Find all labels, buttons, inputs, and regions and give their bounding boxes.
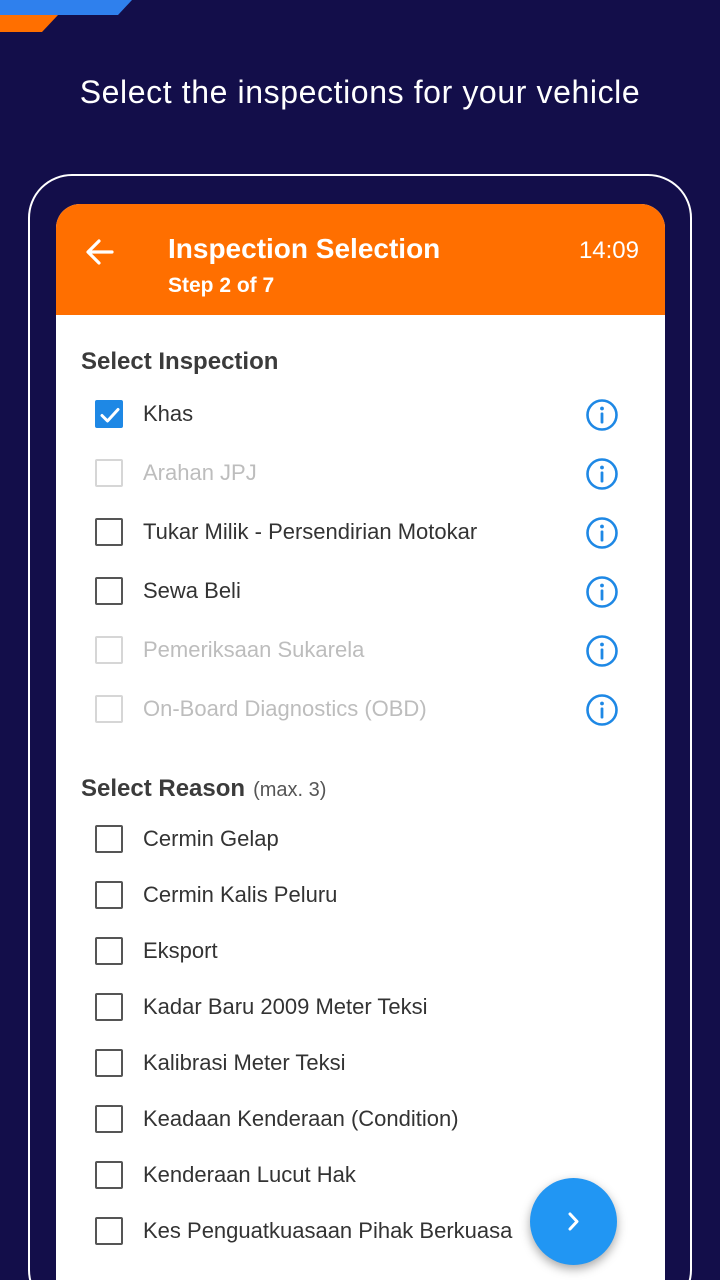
checkbox[interactable] (95, 518, 123, 546)
checkbox[interactable] (95, 937, 123, 965)
reason-option-label: Keadaan Kenderaan (Condition) (143, 1106, 459, 1131)
reason-option-label: Cermin Kalis Peluru (143, 882, 338, 907)
page-title: Inspection Selection (168, 233, 441, 264)
reason-option-row[interactable]: Keadaan Kenderaan (Condition) (56, 1094, 665, 1144)
info-icon[interactable] (585, 634, 619, 668)
checkbox[interactable] (95, 825, 123, 853)
section-title-inspection: Select Inspection (81, 348, 279, 375)
inspection-option-label: Khas (143, 401, 194, 426)
reason-option-label: Kenderaan Lucut Hak (143, 1162, 356, 1187)
inspection-option-label: On-Board Diagnostics (OBD) (143, 696, 427, 721)
inspection-option-row[interactable]: Tukar Milik - Persendirian Motokar (56, 507, 665, 557)
reason-option-label: Kadar Baru 2009 Meter Teksi (143, 994, 428, 1019)
inspection-option-label: Arahan JPJ (143, 460, 257, 485)
corner-decoration (0, 0, 132, 32)
checkbox[interactable] (95, 1161, 123, 1189)
checkbox[interactable] (95, 577, 123, 605)
checkbox (95, 695, 123, 723)
app-bar: Inspection Selection Step 2 of 7 14:09 (56, 204, 665, 315)
next-button[interactable] (530, 1178, 617, 1265)
inspection-option-row: Arahan JPJ (56, 448, 665, 498)
reason-option-label: Cermin Gelap (143, 826, 279, 851)
inspection-option-row[interactable]: Khas (56, 389, 665, 439)
checkbox[interactable] (95, 1217, 123, 1245)
back-button[interactable] (80, 232, 120, 272)
info-icon[interactable] (585, 516, 619, 550)
reason-option-row[interactable]: Cermin Kalis Peluru (56, 870, 665, 920)
reason-option-row[interactable]: Eksport (56, 926, 665, 976)
reason-option-row[interactable]: Cermin Gelap (56, 814, 665, 864)
reason-limit-note: (max. 3) (253, 779, 327, 801)
inspection-option-row[interactable]: Sewa Beli (56, 566, 665, 616)
reason-title-text: Select Reason (81, 775, 246, 802)
clock: 14:09 (578, 237, 639, 264)
checkbox (95, 636, 123, 664)
chevron-right-icon (568, 1212, 579, 1231)
inspection-option-row: Pemeriksaan Sukarela (56, 625, 665, 675)
checkbox (95, 459, 123, 487)
reason-option-label: Kalibrasi Meter Teksi (143, 1050, 346, 1075)
inspection-option-row: On-Board Diagnostics (OBD) (56, 684, 665, 734)
reason-option-label: Kes Penguatkuasaan Pihak Berkuasa (143, 1218, 513, 1243)
checkbox[interactable] (95, 993, 123, 1021)
info-icon[interactable] (585, 575, 619, 609)
inspection-option-label: Sewa Beli (143, 578, 241, 603)
info-icon[interactable] (585, 693, 619, 727)
checkbox[interactable] (95, 1049, 123, 1077)
inspection-option-label: Pemeriksaan Sukarela (143, 637, 365, 662)
reason-option-row[interactable]: Kalibrasi Meter Teksi (56, 1038, 665, 1088)
info-icon[interactable] (585, 457, 619, 491)
reason-option-label: Eksport (143, 938, 218, 963)
page-headline: Select the inspections for your vehicle (79, 74, 641, 110)
arrow-left-icon (86, 239, 114, 265)
step-indicator: Step 2 of 7 (168, 274, 275, 297)
app-screen: Inspection Selection Step 2 of 7 14:09 S… (56, 204, 665, 1280)
info-icon[interactable] (585, 398, 619, 432)
checkbox[interactable] (95, 1105, 123, 1133)
reason-option-row[interactable]: Kadar Baru 2009 Meter Teksi (56, 982, 665, 1032)
checkbox[interactable] (95, 881, 123, 909)
checkbox-checked[interactable] (95, 400, 123, 428)
section-title-reason: Select Reason (max. 3) (81, 775, 326, 803)
inspection-option-label: Tukar Milik - Persendirian Motokar (143, 519, 478, 544)
checkmark-icon (100, 408, 120, 423)
